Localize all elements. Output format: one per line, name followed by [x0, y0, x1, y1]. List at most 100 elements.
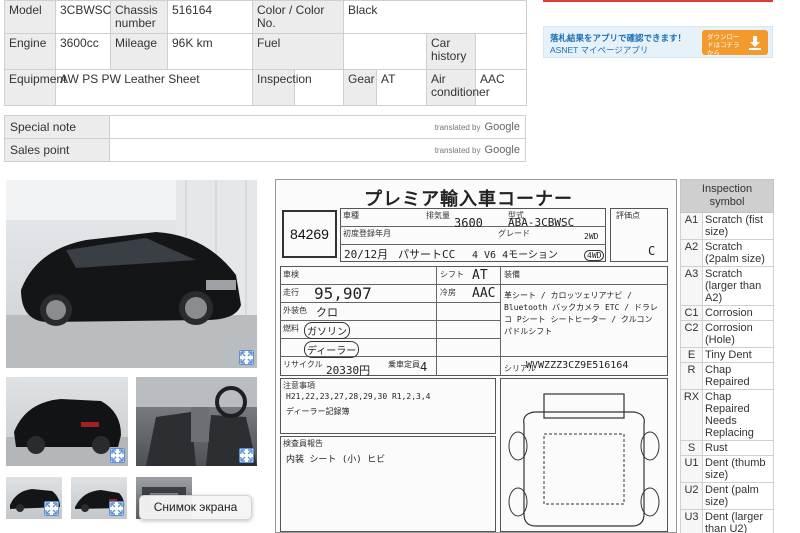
expand-icon[interactable] [239, 350, 254, 365]
hw-sales-points: 革シート / カロッツェリアナビ / Bluetooth バックカメラ ETC … [504, 291, 658, 336]
symbol-code: A2 [680, 239, 703, 267]
expand-icon[interactable] [109, 501, 124, 516]
hw-dealer: ディーラー [304, 341, 360, 358]
symbol-desc: Scratch (fist size) [702, 212, 774, 240]
label-equipment: 装備 [504, 270, 520, 279]
symbol-code: RX [680, 389, 703, 441]
symbol-desc: Chap Repaired Needs Replacing [702, 389, 774, 441]
label-recycle: リサイクル [283, 360, 323, 369]
hw-mileage: 95,907 [314, 284, 372, 303]
hw-color: クロ [316, 306, 338, 319]
model-label: Model [4, 0, 56, 34]
fuel-label: Fuel [252, 33, 344, 70]
gear-label: Gear [343, 69, 377, 106]
expand-icon[interactable] [110, 448, 125, 463]
symbol-code: E [680, 347, 703, 363]
air-conditioner-label: Air conditioner [426, 69, 490, 106]
hw-aircon: AAC [472, 286, 496, 301]
hw-fuel: ガソリン [304, 322, 350, 339]
grid-line [436, 266, 437, 376]
grid-line [500, 266, 501, 376]
grid-line [280, 320, 500, 321]
color-value: Black [342, 0, 528, 34]
download-icon [749, 36, 761, 50]
auction-sheet-image[interactable]: プレミア輸入車コーナー 84269 車種 排気量 型式 初度登録年月 グレード … [275, 179, 677, 533]
hw-vin: WVWZZZ3CZ9E516164 [526, 360, 629, 371]
translated-by-text: translated by [434, 123, 481, 132]
hw-drive: 4WD [584, 250, 605, 261]
label-fuel: 燃料 [283, 324, 299, 333]
label-displacement: 排気量 [426, 211, 450, 220]
symbol-desc: Dent (palm size) [702, 482, 774, 510]
engine-label: Engine [4, 33, 56, 70]
label-shift: シフト [440, 270, 464, 279]
expand-icon[interactable] [239, 448, 254, 463]
mileage-label: Mileage [110, 33, 168, 70]
grid-line [280, 302, 500, 303]
sales-point-translation: translated by Google [109, 138, 526, 162]
hw-history-notes: H21,22,23,27,28,29,30 R1,2,3,4 [286, 392, 431, 401]
symbol-desc: Corrosion (Hole) [702, 320, 774, 348]
color-label: Color / Color No. [252, 0, 344, 34]
inspection-symbol-table: Inspection symbol A1 Scratch (fist size) … [680, 179, 774, 533]
label-notes: 注意事項 [283, 381, 315, 390]
inspection-symbol-header: Inspection symbol [680, 179, 774, 213]
sales-point-label: Sales point [4, 138, 110, 162]
symbol-desc: Chap Repaired [702, 362, 774, 390]
car-history-label: Car history [426, 33, 476, 70]
fuel-value [343, 33, 427, 70]
symbol-code: U3 [680, 509, 703, 533]
grid-line [340, 244, 606, 245]
banner-headline: 落札結果をアプリで確認できます！ [550, 33, 687, 43]
thumbnail-side-view[interactable] [6, 477, 62, 519]
car-damage-diagram [508, 393, 660, 527]
label-grade: グレード [498, 229, 530, 238]
chassis-label: Chassis number [110, 0, 168, 34]
hw-door: 2WD [584, 232, 599, 241]
symbol-code: S [680, 440, 703, 456]
equipment-value: AW PS PW Leather Sheet [55, 69, 253, 106]
translated-by-text: translated by [434, 146, 481, 155]
thumbnail-rear-view[interactable] [6, 377, 128, 466]
hw-displacement: 3600 [454, 216, 483, 230]
app-banner[interactable]: 落札結果をアプリで確認できます！ ASNET マイページアプリ ダウンロードはコ… [543, 26, 773, 58]
car-photo-image [6, 180, 257, 368]
car-history-value [474, 33, 528, 70]
hw-score: C [648, 244, 656, 258]
accent-red-line [543, 0, 773, 2]
hw-capacity: 4 [420, 360, 428, 374]
thumbnail-rear-quarter[interactable] [71, 477, 127, 519]
banner-app-name: ASNET マイページアプリ [550, 45, 649, 55]
symbol-desc: Scratch (larger than A2) [702, 266, 774, 306]
symbol-code: U2 [680, 482, 703, 510]
mileage-value: 96K km [167, 33, 253, 70]
chassis-value: 516164 [167, 0, 253, 34]
hw-inspector-notes: 内装 シート (小) ヒビ [286, 455, 386, 465]
label-shaken: 車検 [283, 270, 299, 279]
hw-grade: 4 V6 4モーション [472, 250, 558, 261]
special-note-label: Special note [4, 115, 110, 139]
screenshot-tooltip: Снимок экрана [139, 495, 252, 520]
google-logo: Google [484, 121, 520, 133]
download-button[interactable]: ダウンロードはコチラから [702, 30, 768, 57]
hw-year: 20/12月 [344, 248, 389, 261]
symbol-code: C2 [680, 320, 703, 348]
download-label: ダウンロードはコチラから [707, 34, 740, 57]
label-mileage: 走行 [283, 288, 299, 297]
hw-dealer-record: ディーラー記録簿 [286, 407, 350, 416]
label-score: 評価点 [616, 211, 640, 220]
equipment-label: Equipment [4, 69, 66, 106]
label-capacity: 乗車定員 [388, 360, 420, 369]
main-car-photo[interactable] [6, 180, 257, 368]
gear-value: AT [376, 69, 427, 106]
thumbnail-interior[interactable] [136, 377, 257, 466]
engine-value: 3600cc [55, 33, 111, 70]
inspector-box [280, 436, 496, 532]
symbol-desc: Tiny Dent [702, 347, 774, 363]
hw-model-type: ABA-3CBWSC [508, 216, 575, 229]
hw-recycle: 20330円 [326, 364, 371, 377]
symbol-desc: Corrosion [702, 305, 774, 321]
symbol-desc: Scratch (2palm size) [702, 239, 774, 267]
symbol-code: U1 [680, 455, 703, 483]
expand-icon[interactable] [44, 501, 59, 516]
